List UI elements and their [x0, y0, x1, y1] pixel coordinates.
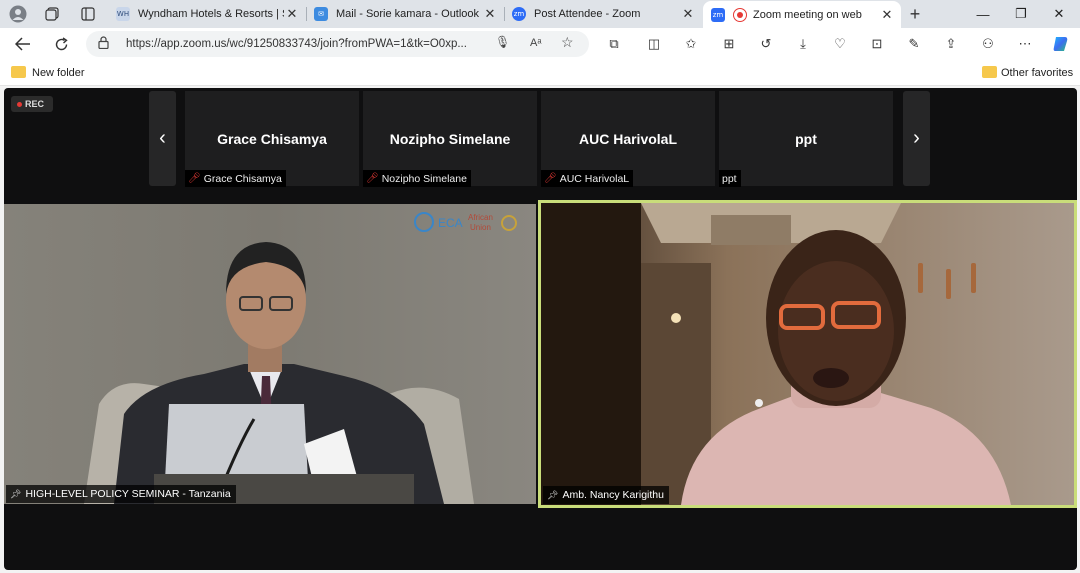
- new-tab-plus-icon[interactable]: +: [905, 4, 925, 24]
- svg-text:African: African: [468, 213, 493, 222]
- performance-icon[interactable]: ⚇: [977, 34, 999, 54]
- tab-zoom-meeting[interactable]: zm Zoom meeting on web ✕: [703, 1, 901, 28]
- pin-icon: 📌︎: [547, 489, 559, 500]
- close-tab-icon[interactable]: ✕: [284, 6, 300, 22]
- recording-indicator-icon: [733, 7, 747, 22]
- svg-text:ECA: ECA: [438, 216, 463, 230]
- participant-name: Nozipho Simelane: [389, 131, 511, 147]
- minimize-window-icon[interactable]: —: [964, 0, 1002, 28]
- participant-name: ppt: [795, 131, 817, 147]
- video-name-label: Amb. Nancy Karigithu: [562, 489, 664, 501]
- apps-icon[interactable]: ⊡: [866, 34, 888, 54]
- pin-icon: 📌︎: [10, 488, 22, 499]
- favorites-new-folder[interactable]: New folder: [32, 67, 85, 79]
- tab-post-attendee[interactable]: zm Post Attendee - Zoom ✕: [504, 0, 702, 28]
- participant-name: Grace Chisamya: [217, 131, 327, 147]
- url-text: https://app.zoom.us/wc/91250833743/join?…: [126, 38, 467, 50]
- participant-tag-label: Nozipho Simelane: [381, 172, 467, 185]
- svg-text:Union: Union: [470, 223, 491, 232]
- participant-thumbnail[interactable]: Grace Chisamya 🎤︎ Grace Chisamya: [185, 91, 359, 187]
- tab-wyndham[interactable]: WH Wyndham Hotels & Resorts | Se ✕: [108, 0, 306, 28]
- refresh-icon[interactable]: [50, 34, 72, 54]
- participant-tag: 🎤︎ Nozipho Simelane: [363, 170, 471, 187]
- video-name-tag: 📌︎ HIGH-LEVEL POLICY SEMINAR - Tanzania: [6, 485, 236, 503]
- seminar-video-feed: ECA African Union: [4, 204, 536, 504]
- mic-muted-icon: 🎤︎: [544, 173, 557, 184]
- folder-icon: [982, 66, 997, 78]
- workspaces-icon[interactable]: [42, 4, 62, 24]
- history-icon[interactable]: ↺: [755, 34, 777, 54]
- copilot-icon[interactable]: [1050, 34, 1072, 54]
- address-bar[interactable]: https://app.zoom.us/wc/91250833743/join?…: [86, 31, 589, 57]
- tab-label: Zoom meeting on web: [753, 8, 862, 21]
- share-icon[interactable]: ⇪: [940, 34, 962, 54]
- back-arrow-icon[interactable]: [12, 34, 34, 54]
- favorites-bar: New folder Other favorites: [0, 60, 1080, 86]
- favorites-star-icon[interactable]: ✩: [680, 34, 702, 54]
- browser-essentials-icon[interactable]: ♡: [829, 34, 851, 54]
- next-page-button[interactable]: ›: [903, 91, 930, 186]
- participant-tag: 🎤︎ Grace Chisamya: [185, 170, 286, 187]
- record-dot-icon: [17, 101, 22, 107]
- participant-thumbnail[interactable]: Nozipho Simelane 🎤︎ Nozipho Simelane: [363, 91, 537, 187]
- restore-window-icon[interactable]: ❐: [1002, 0, 1040, 28]
- more-options-icon[interactable]: ⋯: [1014, 34, 1036, 54]
- mic-muted-icon: 🎤︎: [366, 173, 379, 184]
- participant-tag: ppt: [719, 170, 741, 187]
- browser-tab-bar: WH Wyndham Hotels & Resorts | Se ✕ ✉ Mai…: [0, 0, 1080, 28]
- recording-badge: REC: [11, 96, 53, 112]
- folder-icon: [11, 66, 26, 78]
- zoom-meeting-area: REC ‹ Grace Chisamya 🎤︎ Grace Chisamya No…: [4, 88, 1077, 570]
- video-tile-active-speaker[interactable]: 📌︎ Amb. Nancy Karigithu: [538, 200, 1077, 508]
- mic-muted-icon: 🎤︎: [188, 173, 201, 184]
- voice-search-mic-icon[interactable]: 🎙︎: [495, 35, 510, 49]
- tab-actions-icon[interactable]: [78, 4, 98, 24]
- wyndham-favicon: WH: [116, 7, 130, 21]
- zoom-favicon: zm: [512, 7, 526, 21]
- extensions-puzzle-icon[interactable]: ⧉: [603, 34, 625, 54]
- outlook-mail-icon: ✉: [314, 7, 328, 21]
- downloads-icon[interactable]: ⤓: [792, 34, 814, 54]
- participant-tag-label: ppt: [722, 172, 737, 185]
- collections-icon[interactable]: ⊞: [718, 34, 740, 54]
- tab-label: Wyndham Hotels & Resorts | Se: [138, 8, 284, 20]
- close-window-icon[interactable]: ✕: [1040, 0, 1078, 28]
- participant-thumbnail[interactable]: AUC HarivolaL 🎤︎ AUC HarivolaL: [541, 91, 715, 187]
- other-favorites[interactable]: Other favorites: [1001, 67, 1073, 79]
- participant-thumbnail[interactable]: ppt ppt: [719, 91, 893, 187]
- video-name-label: HIGH-LEVEL POLICY SEMINAR - Tanzania: [25, 488, 231, 500]
- participant-tag-label: Grace Chisamya: [203, 172, 282, 185]
- participant-tag-label: AUC HarivolaL: [559, 172, 630, 185]
- zoom-favicon: zm: [711, 7, 725, 22]
- participant-name: AUC HarivolaL: [578, 131, 678, 147]
- profile-icon[interactable]: [8, 4, 28, 24]
- close-tab-icon[interactable]: ✕: [680, 6, 696, 22]
- video-name-tag: 📌︎ Amb. Nancy Karigithu: [543, 486, 669, 504]
- web-capture-icon[interactable]: ✎: [903, 34, 925, 54]
- tab-label: Post Attendee - Zoom: [534, 8, 641, 20]
- rec-label: REC: [25, 99, 45, 109]
- favorite-star-icon[interactable]: ☆: [561, 34, 574, 51]
- tab-label: Mail - Sorie kamara - Outlook: [336, 8, 480, 20]
- previous-page-button[interactable]: ‹: [149, 91, 176, 186]
- split-screen-icon[interactable]: ◫: [643, 34, 665, 54]
- browser-toolbar: https://app.zoom.us/wc/91250833743/join?…: [0, 28, 1080, 60]
- close-tab-icon[interactable]: ✕: [879, 7, 895, 23]
- speaker-video-feed: [541, 203, 1074, 505]
- read-aloud-icon[interactable]: Aᵃ: [530, 37, 541, 49]
- close-tab-icon[interactable]: ✕: [482, 6, 498, 22]
- lock-icon: [98, 36, 109, 52]
- video-tile-seminar[interactable]: ECA African Union 📌︎ HIGH-LEVEL POLICY S…: [4, 204, 536, 504]
- participant-tag: 🎤︎ AUC HarivolaL: [541, 170, 634, 187]
- tab-outlook[interactable]: ✉ Mail - Sorie kamara - Outlook ✕: [306, 0, 504, 28]
